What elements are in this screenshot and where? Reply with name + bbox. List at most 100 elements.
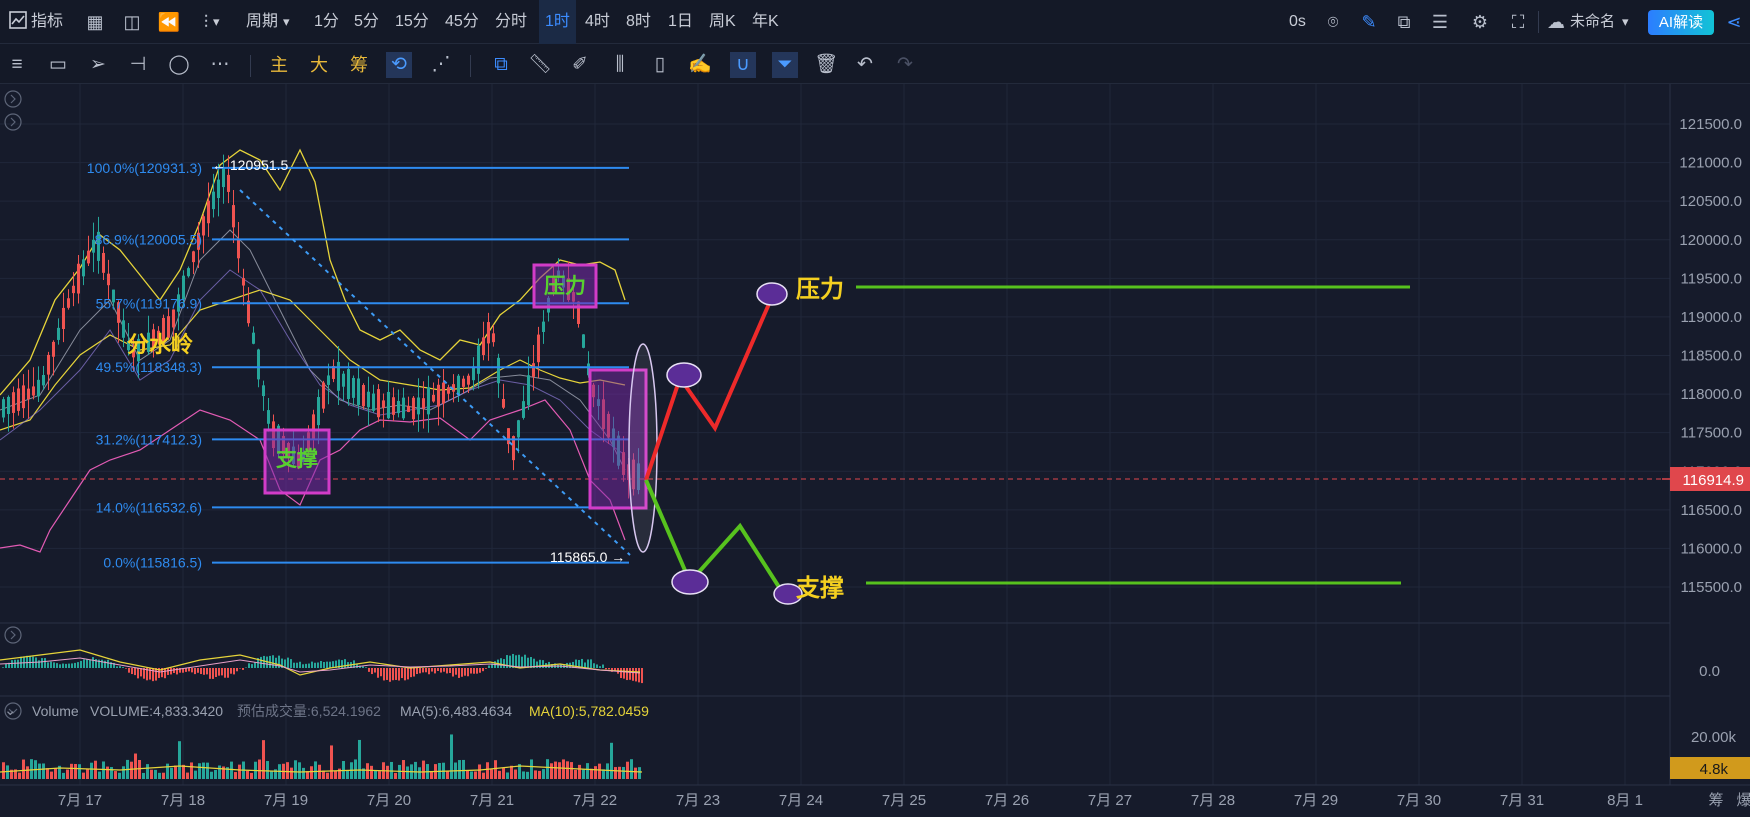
note-icon[interactable]: ✍ bbox=[687, 52, 713, 78]
chip-distribution-toggle[interactable]: 筹 bbox=[346, 52, 372, 78]
clipboard-icon[interactable]: ▯ bbox=[647, 52, 673, 78]
candle-body bbox=[392, 397, 395, 415]
price-tick-label: 117500.0 bbox=[1681, 425, 1742, 442]
candle-body bbox=[432, 394, 435, 402]
horizontal-line-icon[interactable]: ⊣ bbox=[125, 52, 151, 78]
macd-bar bbox=[170, 668, 172, 675]
timeframe-intraday[interactable]: 分时 bbox=[495, 0, 527, 44]
timeframe-8h[interactable]: 8时 bbox=[626, 0, 651, 44]
rectangle-tool-icon[interactable]: ▭ bbox=[45, 52, 71, 78]
chevron-down-icon[interactable]: ▾ bbox=[213, 0, 220, 44]
macd-bar bbox=[482, 668, 484, 672]
bars-icon[interactable]: ⫼ bbox=[607, 52, 633, 78]
macd-bar bbox=[2, 667, 4, 668]
time-axis[interactable]: 7月 17 7月 18 7月 19 7月 20 7月 21 7月 22 7月 23 7月 24… bbox=[58, 792, 1643, 809]
timeframe-1h[interactable]: 1时 bbox=[539, 0, 576, 44]
macd-bar bbox=[107, 659, 109, 668]
burst-button[interactable]: 爆 bbox=[1736, 792, 1750, 809]
fib-low-label: 115865.0 → bbox=[550, 549, 625, 565]
candle-body bbox=[262, 385, 265, 397]
list-icon[interactable]: ☰ bbox=[1428, 10, 1452, 34]
ruler-icon[interactable]: 📏︎ bbox=[527, 52, 553, 78]
macd-bar bbox=[587, 659, 589, 668]
timeframe-4h[interactable]: 4时 bbox=[585, 0, 610, 44]
candle-body bbox=[12, 392, 15, 413]
more-tools-icon[interactable]: ⋯ bbox=[207, 52, 233, 78]
share-icon[interactable]: ⋖ bbox=[1722, 10, 1746, 34]
projection-marker bbox=[756, 282, 788, 306]
timeframe-5m[interactable]: 5分 bbox=[354, 0, 379, 44]
macd-bar bbox=[476, 668, 478, 674]
trash-icon[interactable]: 🗑︎ bbox=[813, 52, 839, 78]
volume-bar bbox=[486, 762, 489, 779]
price-tick-label: 116000.0 bbox=[1681, 540, 1742, 557]
time-tick-label: 7月 23 bbox=[676, 792, 720, 809]
trend-tool-icon[interactable]: ⋰ bbox=[428, 52, 454, 78]
large-order-toggle[interactable]: 大 bbox=[306, 52, 332, 78]
candle-body bbox=[387, 391, 390, 419]
macd-zero-label: 0.0 bbox=[1699, 663, 1720, 680]
camera-icon[interactable]: ⌾ bbox=[1321, 10, 1345, 34]
time-tick-label: 7月 17 bbox=[58, 792, 102, 809]
copy-icon[interactable]: ⧉ bbox=[488, 52, 514, 78]
sync-icon[interactable]: ⟲ bbox=[386, 52, 412, 78]
volume-value: VOLUME:4,833.3420 bbox=[90, 703, 224, 719]
redo-icon[interactable]: ↷ bbox=[892, 52, 918, 78]
indicator-button[interactable]: 指标 bbox=[31, 0, 63, 44]
time-tick-label: 7月 19 bbox=[264, 792, 308, 809]
ai-interpret-button[interactable]: AI解读 bbox=[1648, 10, 1714, 35]
timeframe-weekly[interactable]: 周K bbox=[709, 0, 736, 44]
volume-bar bbox=[90, 762, 93, 779]
candle-body bbox=[497, 357, 500, 384]
edit-frame-icon[interactable]: ⧉ bbox=[1392, 10, 1416, 34]
macd-bar bbox=[467, 668, 469, 677]
timeframe-15m[interactable]: 15分 bbox=[395, 0, 429, 44]
candle-body bbox=[37, 379, 40, 397]
layout-name-dropdown[interactable]: 未命名 bbox=[1570, 0, 1615, 44]
chip-button[interactable]: 筹 bbox=[1708, 792, 1723, 809]
macd-bar bbox=[449, 668, 451, 674]
volume-bar bbox=[194, 770, 197, 779]
macd-bar bbox=[446, 668, 448, 674]
collapse-icon[interactable] bbox=[4, 626, 22, 644]
chevron-down-icon[interactable]: ⌄ bbox=[4, 700, 17, 722]
candle-body bbox=[27, 388, 30, 400]
cloud-icon[interactable]: ☁ bbox=[1544, 10, 1568, 34]
cursor-tool-icon[interactable]: ➢ bbox=[85, 52, 111, 78]
collapse-icon[interactable] bbox=[4, 113, 22, 131]
pencil-icon[interactable]: ✎ bbox=[1357, 10, 1381, 34]
volume-bar bbox=[42, 763, 45, 779]
rewind-icon[interactable]: ⏪ bbox=[157, 10, 181, 34]
ellipse-tool-icon[interactable]: ◯ bbox=[166, 52, 192, 78]
volume-bar bbox=[166, 763, 169, 779]
undo-icon[interactable]: ↶ bbox=[852, 52, 878, 78]
main-indicator-toggle[interactable]: 主 bbox=[266, 52, 292, 78]
candle-body bbox=[422, 398, 425, 409]
price-tick-label: 120500.0 bbox=[1679, 193, 1742, 210]
calendar-icon[interactable]: ▦ bbox=[83, 10, 107, 34]
volume-bar bbox=[202, 762, 205, 779]
price-axis[interactable]: 121500.0 121000.0 120500.0 120000.0 119500.0… bbox=[1679, 116, 1742, 596]
timeframe-1d[interactable]: 1日 bbox=[668, 0, 693, 44]
indicator-icon[interactable] bbox=[6, 10, 30, 34]
macd-bar bbox=[374, 668, 376, 673]
fullscreen-icon[interactable]: ⛶ bbox=[1506, 10, 1530, 34]
volume-bar bbox=[298, 762, 301, 779]
timeframe-yearly[interactable]: 年K bbox=[752, 0, 779, 44]
candle-body bbox=[17, 388, 20, 411]
brush-icon[interactable]: ✐ bbox=[567, 52, 593, 78]
magnet-icon[interactable]: ∪ bbox=[730, 52, 756, 78]
collapse-icon[interactable] bbox=[4, 90, 22, 108]
layout-icon[interactable]: ◫ bbox=[120, 10, 144, 34]
gear-icon[interactable]: ⚙ bbox=[1468, 10, 1492, 34]
menu-icon[interactable]: ≡ bbox=[4, 52, 30, 78]
candle-body bbox=[47, 354, 50, 375]
macd-bar bbox=[263, 655, 265, 668]
filter-icon[interactable]: ⏷ bbox=[772, 52, 798, 78]
candle-body bbox=[517, 420, 520, 438]
period-dropdown[interactable]: 周期 bbox=[246, 0, 278, 44]
macd-bar bbox=[47, 662, 49, 668]
macd-bar bbox=[365, 667, 367, 668]
timeframe-1m[interactable]: 1分 bbox=[314, 0, 339, 44]
timeframe-45m[interactable]: 45分 bbox=[445, 0, 479, 44]
